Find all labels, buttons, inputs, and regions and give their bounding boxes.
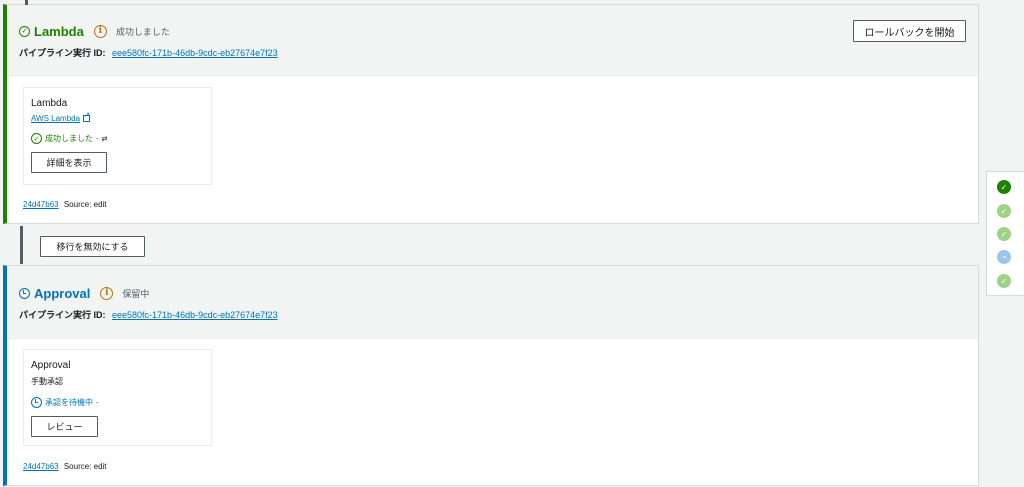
source-commit-link[interactable]: 24d47b63 [23,462,59,471]
provider-link[interactable]: AWS Lambda [31,114,80,123]
timeline-succeeded-icon[interactable]: ✓ [997,274,1011,288]
status-separator: - [96,398,99,407]
action-card-approval: Approval 手動承認 承認を待機中 - レビュー [23,349,212,446]
transition-connector [20,226,23,264]
execution-id-label: パイプライン実行 ID: [19,48,106,58]
clock-icon [19,287,30,299]
execution-timeline: ✓ ✓ ✓ ◔ ✓ [986,171,1024,296]
timeline-succeeded-icon[interactable]: ✓ [997,227,1011,241]
execution-id-row: パイプライン実行 ID: eee580fc-171b-46db-9cdc-eb2… [19,46,966,59]
source-commit-link[interactable]: 24d47b63 [23,200,59,209]
stage-name: Lambda [34,23,84,39]
source-row: 24d47b63 Source: edit [23,462,107,471]
action-provider: AWS Lambda [31,111,204,123]
action-type: 手動承認 [31,377,63,386]
stage-status: 保留中 [122,288,150,299]
success-icon: ✓ [19,25,30,37]
action-status: ✓ 成功しました - ⇄ [31,133,204,144]
execution-id-label: パイプライン実行 ID: [19,310,106,320]
action-status-label: 成功しました [45,134,93,143]
review-button[interactable]: レビュー [31,416,98,437]
disable-transition-button[interactable]: 移行を無効にする [40,236,145,257]
view-details-button[interactable]: 詳細を表示 [31,152,107,173]
stage-header: Approval i 保留中 パイプライン実行 ID: eee580fc-171… [7,266,978,339]
rollback-button[interactable]: ロールバックを開始 [853,20,966,42]
stage-status: 成功しました [115,26,170,37]
timeline-succeeded-icon[interactable]: ✓ [997,204,1011,218]
stage-header: ✓ Lambda i 成功しました パイプライン実行 ID: eee580fc-… [7,5,978,76]
action-name: Approval [31,360,71,371]
action-status-label: 承認を待機中 [45,398,93,407]
timeline-in-progress-icon[interactable]: ◔ [997,250,1011,264]
clock-icon [31,397,42,408]
info-icon[interactable]: i [93,24,107,38]
revisions-icon[interactable]: ⇄ [102,135,108,143]
info-icon[interactable]: i [100,286,114,300]
stage-approval: Approval i 保留中 パイプライン実行 ID: eee580fc-171… [3,265,979,486]
stage-title-row: Approval i 保留中 [19,283,966,303]
stage-name: Approval [34,285,91,301]
action-card-lambda: Lambda AWS Lambda ✓ 成功しました - ⇄ 詳細を表示 [23,87,212,185]
stage-title-row: ✓ Lambda i 成功しました [19,21,966,41]
success-icon: ✓ [31,133,42,144]
execution-id-link[interactable]: eee580fc-171b-46db-9cdc-eb27674e7f23 [112,48,278,58]
timeline-succeeded-icon[interactable]: ✓ [997,180,1011,194]
status-separator: - [96,134,99,143]
source-text: Source: edit [63,200,107,209]
action-name: Lambda [31,98,68,109]
source-text: Source: edit [63,462,107,471]
execution-id-row: パイプライン実行 ID: eee580fc-171b-46db-9cdc-eb2… [19,308,966,321]
action-status: 承認を待機中 - [31,397,204,408]
external-link-icon [83,111,91,122]
execution-id-link[interactable]: eee580fc-171b-46db-9cdc-eb27674e7f23 [112,310,278,320]
stage-lambda: ✓ Lambda i 成功しました パイプライン実行 ID: eee580fc-… [3,0,979,224]
source-row: 24d47b63 Source: edit [23,200,107,209]
